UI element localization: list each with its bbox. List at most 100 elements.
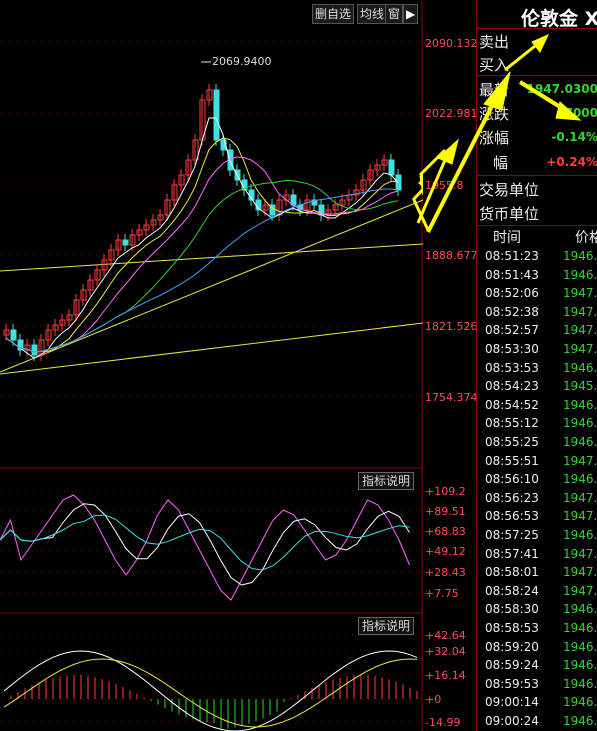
tick-time: 08:58:01 xyxy=(485,565,539,580)
quote-panel: 伦敦金 X 卖出 买入 最新 1947.0300 涨跌 7000 涨幅 -0.1… xyxy=(476,0,597,731)
tick-row: 08:59:53 1946.9 xyxy=(477,675,597,694)
moving-average-button[interactable]: 均线 xyxy=(357,4,388,24)
tick-price: 1946.9 xyxy=(563,472,597,487)
price-tick: 2090.132 xyxy=(425,37,478,50)
tick-price: 1947.0 xyxy=(563,565,597,580)
macd-tick: +16.14 xyxy=(425,669,466,682)
tick-time: 08:52:57 xyxy=(485,323,539,338)
tick-list[interactable]: 08:51:23 1946.0 08:51:43 1946.9 08:52:06 1947… xyxy=(477,247,597,731)
tick-price: 1947.1 xyxy=(563,509,597,524)
tick-time: 08:58:30 xyxy=(485,602,539,617)
trendline-mid xyxy=(0,199,423,373)
tick-row: 08:56:10 1946.9 xyxy=(477,470,597,489)
latest-value: 1947.0300 xyxy=(526,82,597,96)
amplitude-label: 幅 xyxy=(493,154,509,172)
tick-time: 08:56:53 xyxy=(485,509,539,524)
tick-row: 08:52:06 1947.4 xyxy=(477,284,597,303)
tick-price: 1946.9 xyxy=(563,435,597,449)
tick-row: 08:51:43 1946.9 xyxy=(477,266,597,285)
tick-time: 08:59:24 xyxy=(485,658,539,673)
tick-row: 08:54:52 1946.0 xyxy=(477,396,597,415)
trendline-upper xyxy=(0,243,423,272)
window-button[interactable]: 窗 xyxy=(385,4,404,24)
tick-row: 08:58:24 1947.0 xyxy=(477,582,597,601)
tick-time: 08:59:20 xyxy=(485,639,539,654)
macd-tick: +0 xyxy=(425,693,442,706)
peak-label: 2069.9400 xyxy=(212,55,272,68)
sell-label: 卖出 xyxy=(479,33,510,51)
tick-row: 08:55:12 1946.9 xyxy=(477,414,597,433)
tick-time: 08:56:10 xyxy=(485,472,539,487)
tick-row: 08:52:38 1947.4 xyxy=(477,303,597,322)
tick-price: 1946.0 xyxy=(563,249,597,263)
tick-row: 09:00:24 1946.9 xyxy=(477,712,597,731)
tick-time: 08:54:52 xyxy=(485,397,539,412)
amplitude-value: +0.24% xyxy=(546,155,597,169)
macd-dea-line xyxy=(3,658,418,728)
price-tick: 2022.981 xyxy=(425,107,478,120)
change-label: 涨跌 xyxy=(479,105,510,123)
macd-help-button[interactable]: 指标说明 xyxy=(358,617,415,635)
tick-row: 08:58:01 1947.0 xyxy=(477,563,597,582)
tick-time: 08:54:23 xyxy=(485,379,539,394)
tick-row: 08:58:30 1946.8 xyxy=(477,600,597,619)
tick-time: 08:56:23 xyxy=(485,490,539,505)
price-tick: 1821.526 xyxy=(425,320,478,333)
macd-tick: -14.99 xyxy=(425,716,461,729)
tick-time: 08:58:24 xyxy=(485,583,539,598)
candle xyxy=(213,89,220,141)
tick-price: 1947.4 xyxy=(563,286,597,301)
tick-row: 09:00:14 1946.7 xyxy=(477,693,597,712)
trade-unit-label: 交易单位 xyxy=(479,181,540,199)
tick-price: 1947.1 xyxy=(563,490,597,505)
kline-chart[interactable]: 2069.9400 删自选 均线 窗 ▶ 指标说明 指标说明 xyxy=(0,0,423,731)
tick-time: 08:53:30 xyxy=(485,342,539,356)
tick-time: 08:57:41 xyxy=(485,546,539,561)
change-value: 7000 xyxy=(564,106,597,120)
tick-time: 08:53:53 xyxy=(485,360,539,375)
tick-time: 08:52:38 xyxy=(485,304,539,319)
indicator-help-button[interactable]: 指标说明 xyxy=(358,472,415,490)
tick-row: 08:59:20 1946.8 xyxy=(477,638,597,657)
buy-label: 买入 xyxy=(479,56,510,74)
tick-time: 08:58:53 xyxy=(485,621,539,635)
indicator-tick: +89.51 xyxy=(425,505,466,518)
tick-time: 09:00:14 xyxy=(485,695,539,710)
tick-price: 1946.8 xyxy=(563,602,597,617)
tick-price: 1946.9 xyxy=(563,267,597,282)
indicator-tick: +68.83 xyxy=(425,525,466,538)
price-tick: 1754.374 xyxy=(425,391,478,404)
tick-price: 1947.0 xyxy=(563,546,597,561)
tick-price: 1946.9 xyxy=(563,416,597,431)
tick-row: 08:52:57 1947.5 xyxy=(477,321,597,340)
change-pct-label: 涨幅 xyxy=(479,129,510,147)
tick-row: 08:56:53 1947.1 xyxy=(477,507,597,526)
tick-time: 08:59:53 xyxy=(485,676,539,691)
play-icon[interactable]: ▶ xyxy=(403,4,419,24)
change-pct-value: -0.14% xyxy=(551,130,597,144)
tick-price: 1945.9 xyxy=(563,379,597,394)
tick-row: 08:57:41 1947.0 xyxy=(477,545,597,564)
indicator-tick: +28.43 xyxy=(425,566,466,579)
price-tick: 1955.8 xyxy=(425,179,464,192)
indicator-tick: +7.75 xyxy=(425,587,459,600)
tick-row: 08:51:23 1946.0 xyxy=(477,247,597,266)
tick-price: 1947.4 xyxy=(563,304,597,319)
tick-price: 1947.2 xyxy=(563,342,597,356)
indicator-line xyxy=(0,503,410,586)
tick-price: 1947.0 xyxy=(563,583,597,598)
tick-price: 1946.0 xyxy=(563,528,597,542)
tick-row: 08:53:30 1947.2 xyxy=(477,340,597,359)
price-tick: 1888.677 xyxy=(425,249,478,262)
tick-price: 1946.0 xyxy=(563,397,597,412)
remove-watchlist-button[interactable]: 删自选 xyxy=(312,4,355,24)
tick-row: 08:53:53 1946.9 xyxy=(477,359,597,378)
latest-label: 最新 xyxy=(479,81,510,99)
tick-time: 08:51:23 xyxy=(485,249,539,263)
tick-price: 1947.5 xyxy=(563,323,597,338)
tick-row: 08:57:25 1946.0 xyxy=(477,526,597,545)
col-time-header: 时间 xyxy=(493,230,521,246)
indicator-tick: +49.12 xyxy=(425,545,466,558)
tick-row: 08:56:23 1947.1 xyxy=(477,489,597,508)
tick-row: 08:55:25 1946.9 xyxy=(477,433,597,452)
